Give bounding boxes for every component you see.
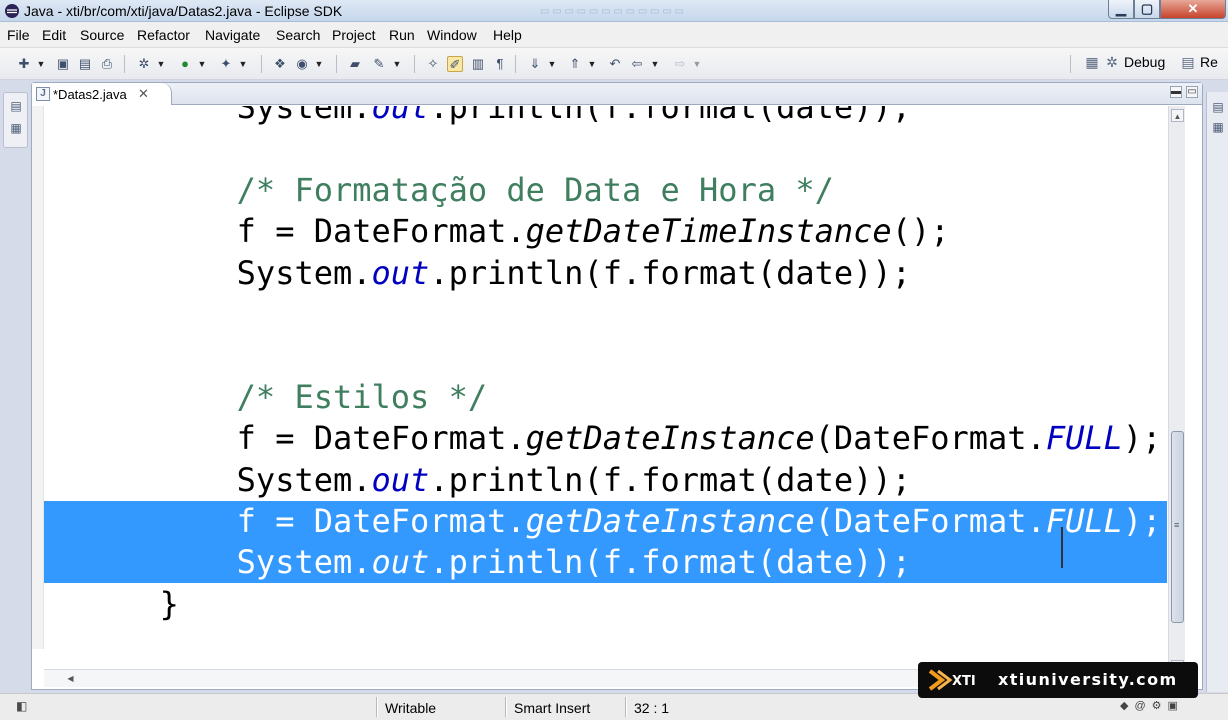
minimize-view-icon[interactable]: ▬ [1170, 86, 1182, 98]
external-tools-icon[interactable]: ✦ [218, 56, 234, 72]
debug-icon[interactable]: ✲ [136, 56, 152, 72]
perspective-debug[interactable]: ▦ ✲ Debug [1084, 54, 1165, 71]
java-file-icon: J [36, 87, 50, 101]
editor-ruler [32, 106, 44, 649]
back-icon[interactable]: ⇦ [629, 56, 645, 72]
menu-search[interactable]: Search [276, 27, 320, 43]
svg-text:XTI: XTI [952, 674, 976, 689]
open-perspective-icon[interactable]: ▦ [1084, 54, 1100, 71]
next-annotation-dropdown-icon[interactable]: ▼ [547, 56, 557, 72]
tab-datas2-java[interactable]: J *Datas2.java ✕ [32, 83, 172, 105]
status-tray-icons: ◆@⚙▣ [1120, 700, 1184, 712]
save-icon[interactable]: ▣ [55, 56, 71, 72]
previous-annotation-icon[interactable]: ⇑ [567, 56, 583, 72]
scroll-left-icon[interactable]: ◀ [64, 672, 77, 685]
status-insert-mode: Smart Insert [514, 700, 591, 716]
right-minimized-views: ▤ ▦ [1206, 92, 1228, 692]
new-class-dropdown-icon[interactable]: ▼ [314, 56, 324, 72]
scroll-up-icon[interactable]: ▲ [1171, 109, 1184, 122]
run-icon[interactable]: ● [177, 56, 193, 72]
minimize-window-button[interactable]: ▁ [1108, 0, 1134, 19]
toggle-mark-occurrences-icon[interactable]: ✧ [425, 56, 441, 72]
forward-icon[interactable]: ⇨ [672, 56, 688, 72]
maximize-view-icon[interactable]: ▭ [1186, 86, 1198, 98]
background-window-ghost: ▭ ▭ ▭ ▭ ▭ ▭ ▭ ▭ ▭ ▭ ▭ ▭ [540, 6, 684, 17]
search-dropdown-icon[interactable]: ▼ [392, 56, 402, 72]
code-line[interactable] [44, 335, 1167, 376]
back-dropdown-icon[interactable]: ▼ [650, 56, 660, 72]
menu-refactor[interactable]: Refactor [137, 27, 190, 43]
xti-logo-icon: XTI [928, 669, 976, 691]
perspective-resource[interactable]: ▤ Re [1180, 54, 1218, 71]
vertical-scrollbar[interactable]: ▲ ≡ ▼ [1168, 106, 1185, 677]
open-type-icon[interactable]: ▰ [347, 56, 363, 72]
menu-edit[interactable]: Edit [42, 27, 66, 43]
outline-view-icon[interactable]: ▦ [1210, 120, 1226, 136]
close-window-button[interactable]: ✕ [1160, 0, 1226, 19]
code-area[interactable]: System.out.println(f.format(date)); /* F… [44, 106, 1167, 649]
restore-view-icon[interactable]: ▤ [8, 99, 24, 115]
scroll-thumb[interactable]: ≡ [1171, 431, 1184, 623]
menu-window[interactable]: Window [427, 27, 477, 43]
show-whitespace-icon[interactable]: ¶ [492, 56, 508, 72]
status-cursor-position: 32 : 1 [634, 700, 670, 716]
code-line[interactable]: System.out.println(f.format(date)); [44, 253, 1167, 294]
save-all-icon[interactable]: ▤ [77, 56, 93, 72]
text-caret [1061, 527, 1063, 568]
restore-view-icon-right[interactable]: ▤ [1210, 100, 1226, 116]
code-line[interactable]: f = DateFormat.getDateTimeInstance(); [44, 211, 1167, 252]
toggle-highlight-icon[interactable]: ✐ [447, 56, 463, 72]
search-tool-icon[interactable]: ✎ [371, 56, 387, 72]
block-selection-icon[interactable]: ▥ [470, 56, 486, 72]
code-line[interactable]: /* Formatação de Data e Hora */ [44, 170, 1167, 211]
code-line[interactable]: } [44, 584, 1167, 625]
package-explorer-icon[interactable]: ▦ [8, 121, 24, 137]
new-class-icon[interactable]: ◉ [294, 56, 310, 72]
code-line-selected[interactable]: System.out.println(f.format(date)); [44, 542, 1167, 584]
code-line-selected[interactable]: f = DateFormat.getDateInstance(DateForma… [44, 501, 1167, 542]
menu-file[interactable]: File [7, 27, 30, 43]
menu-navigate[interactable]: Navigate [205, 27, 260, 43]
previous-annotation-dropdown-icon[interactable]: ▼ [587, 56, 597, 72]
menu-run[interactable]: Run [389, 27, 415, 43]
menu-project[interactable]: Project [332, 27, 376, 43]
debug-perspective-icon: ✲ [1106, 54, 1118, 70]
debug-dropdown-icon[interactable]: ▼ [156, 56, 166, 72]
print-icon[interactable]: ⎙ [99, 56, 115, 72]
resource-perspective-icon: ▤ [1181, 54, 1195, 70]
code-line[interactable] [44, 128, 1167, 169]
main-toolbar: ✚ ▼ ▣ ▤ ⎙ ✲ ▼ ● ▼ ✦ ▼ ❖ ◉ ▼ ▰ ✎ ▼ ✧ ✐ ▥ … [0, 48, 1228, 80]
code-line[interactable] [44, 294, 1167, 335]
maximize-window-button[interactable]: ▢ [1134, 0, 1160, 19]
last-edit-location-icon[interactable]: ↶ [607, 56, 623, 72]
left-minimized-views: ▤ ▦ [3, 92, 28, 148]
eclipse-app-icon [5, 4, 19, 18]
new-dropdown-icon[interactable]: ▼ [36, 56, 46, 72]
next-annotation-icon[interactable]: ⇓ [527, 56, 543, 72]
code-line[interactable]: f = DateFormat.getDateInstance(DateForma… [44, 418, 1167, 459]
tab-close-icon[interactable]: ✕ [138, 86, 149, 102]
forward-dropdown-icon[interactable]: ▼ [692, 56, 702, 72]
code-line[interactable]: /* Estilos */ [44, 377, 1167, 418]
watermark-text: xtiuniversity.com [998, 670, 1178, 689]
window-title: Java - xti/br/com/xti/java/Datas2.java -… [24, 3, 343, 19]
menu-source[interactable]: Source [80, 27, 124, 43]
java-editor: J *Datas2.java ✕ ▬ ▭ System.out.println(… [31, 82, 1203, 690]
tab-label: *Datas2.java [53, 87, 127, 102]
new-java-project-icon[interactable]: ❖ [272, 56, 288, 72]
window-title-bar: Java - xti/br/com/xti/java/Datas2.java -… [0, 0, 1228, 22]
xti-university-watermark: XTI xtiuniversity.com [918, 662, 1198, 698]
new-icon[interactable]: ✚ [16, 56, 32, 72]
menu-bar: File Edit Source Refactor Navigate Searc… [0, 22, 1228, 48]
fast-view-icon[interactable]: ◧ [16, 699, 27, 713]
code-line[interactable]: System.out.println(f.format(date)); [44, 460, 1167, 501]
menu-help[interactable]: Help [493, 27, 522, 43]
editor-tab-strip: J *Datas2.java ✕ ▬ ▭ [32, 83, 1202, 105]
external-tools-dropdown-icon[interactable]: ▼ [238, 56, 248, 72]
status-writable: Writable [385, 700, 437, 716]
code-line[interactable]: System.out.println(f.format(date)); [44, 106, 1167, 128]
run-dropdown-icon[interactable]: ▼ [197, 56, 207, 72]
